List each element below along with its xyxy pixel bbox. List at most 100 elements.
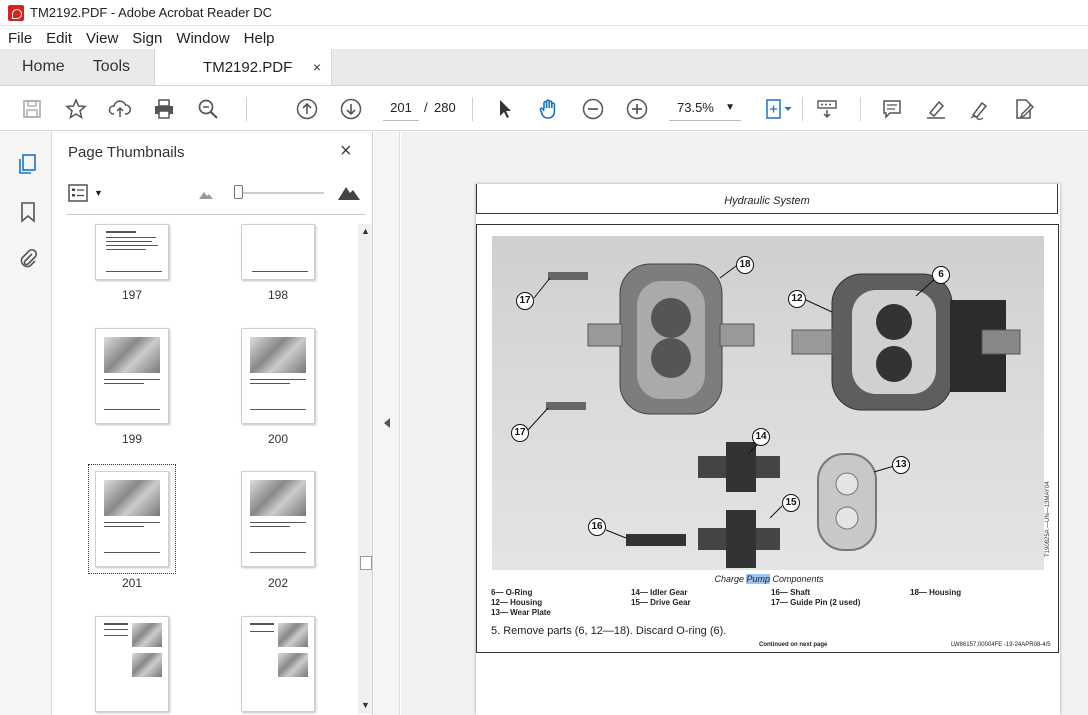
print-icon[interactable] (150, 95, 178, 123)
page-total: 280 (434, 100, 456, 115)
menu-edit[interactable]: Edit (40, 30, 78, 47)
title-bar: TM2192.PDF - Adobe Acrobat Reader DC (0, 0, 1088, 26)
thumbnail-label: 200 (267, 432, 289, 446)
thumbnail-label: 199 (121, 432, 143, 446)
large-thumbnail-icon[interactable] (338, 184, 360, 200)
comment-icon[interactable] (878, 95, 906, 123)
page-thumbnail[interactable] (241, 616, 315, 712)
zoom-in-icon[interactable] (623, 95, 651, 123)
legend-item: 14— Idler Gear (631, 588, 688, 597)
thumbnail-options-button[interactable]: ▼ (68, 184, 103, 202)
page-thumbnail[interactable] (95, 224, 169, 280)
left-navigation-rail (0, 132, 52, 715)
tab-tools[interactable]: Tools (81, 49, 142, 85)
menu-sign[interactable]: Sign (126, 30, 168, 47)
small-thumbnail-icon[interactable] (199, 190, 213, 199)
figure-code: T190825A —UN—13MAY04 (1045, 481, 1051, 557)
toolbar-divider (472, 97, 473, 121)
legend-item: 15— Drive Gear (631, 598, 691, 607)
thumbnail-size-slider[interactable] (236, 192, 324, 194)
zoom-search-icon[interactable] (194, 95, 222, 123)
thumbnail-scrollbar[interactable]: ▲ ▼ (358, 224, 372, 714)
legend-column: 16— Shaft 17— Guide Pin (2 used) (771, 588, 860, 608)
legend-item: 6— O-Ring (491, 588, 533, 597)
legend-item: 12— Housing (491, 598, 543, 607)
zoom-out-icon[interactable] (579, 95, 607, 123)
bookmarks-icon[interactable] (16, 200, 40, 224)
scroll-up-icon[interactable]: ▲ (361, 226, 370, 236)
highlight-pen-icon[interactable] (922, 95, 950, 123)
pump-components-photo: 18 6 12 17 17 14 13 15 16 (492, 236, 1044, 570)
menu-help[interactable]: Help (238, 30, 281, 47)
previous-page-icon[interactable] (293, 95, 321, 123)
legend-item: 18— Housing (910, 588, 962, 597)
fit-page-icon[interactable] (760, 95, 796, 123)
page-thumbnails-icon[interactable] (16, 152, 40, 176)
acrobat-app-icon (8, 4, 24, 21)
page-separator: / (424, 100, 428, 115)
thumbnail-label: 202 (267, 576, 289, 590)
callout-15: 15 (782, 494, 800, 512)
close-panel-icon[interactable]: × (340, 140, 352, 163)
page-thumbnail-current[interactable] (95, 471, 169, 567)
page-thumbnail[interactable] (95, 328, 169, 424)
page-thumbnail[interactable] (241, 471, 315, 567)
chevron-down-icon: ▼ (725, 102, 735, 113)
panel-title: Page Thumbnails (68, 144, 185, 161)
list-options-icon (68, 184, 88, 202)
callout-13: 13 (892, 456, 910, 474)
collapse-panel-icon[interactable] (384, 418, 390, 428)
attachments-icon[interactable] (16, 246, 40, 270)
page-thumbnail[interactable] (241, 224, 315, 280)
close-tab-icon[interactable]: × (313, 59, 321, 75)
select-pointer-icon[interactable] (491, 95, 519, 123)
page-thumbnail[interactable] (241, 328, 315, 424)
callout-16: 16 (588, 518, 606, 536)
edit-pdf-icon[interactable] (1010, 95, 1038, 123)
slider-handle[interactable] (234, 185, 243, 199)
legend-item: 13— Wear Plate (491, 608, 551, 617)
document-tab-label: TM2192.PDF (203, 58, 293, 76)
menu-bar: File Edit View Sign Window Help (0, 27, 1088, 49)
callout-17-lower: 17 (511, 424, 529, 442)
toolbar-divider (802, 97, 803, 121)
tab-home[interactable]: Home (0, 49, 81, 85)
main-toolbar: 201 / 280 73.5% ▼ (0, 87, 1088, 131)
caption-text-end: Components (770, 574, 824, 584)
continued-note: Continued on next page (759, 642, 828, 648)
procedure-step: 5. Remove parts (6, 12—18). Discard O-ri… (491, 625, 727, 637)
zoom-level-select[interactable]: 73.5% ▼ (669, 95, 741, 121)
cloud-upload-icon[interactable] (106, 95, 134, 123)
menu-view[interactable]: View (80, 30, 124, 47)
tab-bar: Home Tools TM2192.PDF × (0, 49, 1088, 86)
page-header: Hydraulic System (724, 195, 810, 207)
hand-tool-icon[interactable] (535, 95, 563, 123)
caption-text-start: Charge (714, 574, 747, 584)
scrollbar-thumb[interactable] (360, 556, 372, 570)
pdf-page: Hydraulic System 18 6 12 17 17 14 13 15 … (476, 184, 1060, 715)
menu-window[interactable]: Window (170, 30, 235, 47)
thumbnail-label: 201 (121, 576, 143, 590)
legend-item: 17— Guide Pin (2 used) (771, 598, 861, 607)
page-thumbnail[interactable] (95, 616, 169, 712)
save-icon[interactable] (18, 95, 46, 123)
menu-file[interactable]: File (2, 30, 38, 47)
page-thumbnails-panel: Page Thumbnails × ▼ 197 198 199 200 201 … (53, 132, 373, 715)
chevron-down-icon: ▼ (94, 188, 103, 198)
scroll-down-icon[interactable]: ▼ (361, 700, 370, 710)
tab-document[interactable]: TM2192.PDF × (154, 49, 333, 85)
panel-collapse-strip (374, 132, 400, 715)
thumbnail-label: 198 (267, 288, 289, 302)
figure-frame: 18 6 12 17 17 14 13 15 16 T190825A —UN—1… (476, 224, 1059, 653)
page-number-input[interactable]: 201 (383, 95, 419, 121)
callout-14: 14 (752, 428, 770, 446)
panel-divider (66, 214, 366, 215)
legend-column: 14— Idler Gear 15— Drive Gear (631, 588, 691, 608)
keyboard-scroll-icon[interactable] (813, 95, 841, 123)
bookmark-star-icon[interactable] (62, 95, 90, 123)
callout-17: 17 (516, 292, 534, 310)
document-view[interactable]: Hydraulic System 18 6 12 17 17 14 13 15 … (401, 132, 1088, 715)
toolbar-divider (246, 97, 247, 121)
fill-sign-icon[interactable] (966, 95, 994, 123)
next-page-icon[interactable] (337, 95, 365, 123)
